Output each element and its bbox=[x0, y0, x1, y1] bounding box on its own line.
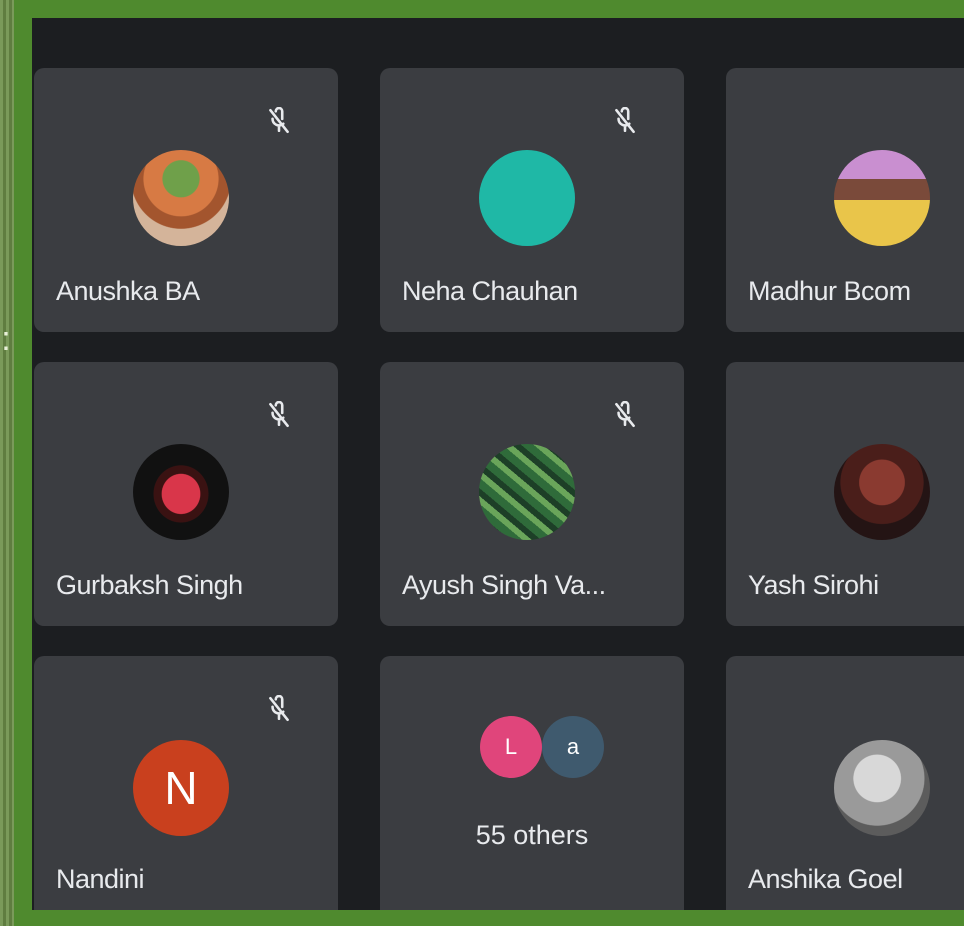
meeting-grid: Anushka BA Neha Chauhan Madhur Bcom Gurb… bbox=[32, 18, 964, 910]
participant-tile[interactable]: Anshika Goel bbox=[726, 656, 964, 910]
avatar: N bbox=[133, 740, 229, 836]
participant-name: Yash Sirohi bbox=[748, 570, 879, 600]
participant-tile[interactable]: N Nandini bbox=[34, 656, 338, 910]
participant-name: Nandini bbox=[56, 864, 145, 894]
avatar-initial: L bbox=[504, 734, 518, 759]
mic-off-icon bbox=[608, 104, 642, 138]
mic-off-icon bbox=[958, 692, 964, 726]
avatar bbox=[834, 740, 930, 836]
mic-off-icon bbox=[958, 104, 964, 138]
avatar bbox=[133, 150, 229, 246]
participant-name: Madhur Bcom bbox=[748, 276, 911, 306]
avatar bbox=[133, 444, 229, 540]
participant-tile[interactable]: Neha Chauhan bbox=[380, 68, 684, 332]
others-avatars: L a bbox=[480, 716, 610, 778]
participant-tile[interactable]: Anushka BA bbox=[34, 68, 338, 332]
participant-tile[interactable]: Madhur Bcom bbox=[726, 68, 964, 332]
others-tile[interactable]: L a 55 others bbox=[380, 656, 684, 910]
photo-frame: Anushka BA Neha Chauhan Madhur Bcom Gurb… bbox=[14, 0, 964, 926]
avatar: a bbox=[542, 716, 604, 778]
mic-off-icon bbox=[608, 398, 642, 432]
participant-tile[interactable]: Ayush Singh Va... bbox=[380, 362, 684, 626]
participant-name: Gurbaksh Singh bbox=[56, 570, 243, 600]
avatar: L bbox=[480, 716, 542, 778]
participant-name: Anshika Goel bbox=[748, 864, 903, 894]
mic-off-icon bbox=[262, 692, 296, 726]
participant-tile[interactable]: Yash Sirohi bbox=[726, 362, 964, 626]
mic-off-icon bbox=[262, 398, 296, 432]
photo-edge bbox=[0, 0, 14, 926]
others-count-label: 55 others bbox=[475, 820, 589, 850]
avatar-initial: N bbox=[164, 762, 198, 814]
avatar bbox=[834, 150, 930, 246]
mic-off-icon bbox=[262, 104, 296, 138]
avatar bbox=[834, 444, 930, 540]
participant-name: Neha Chauhan bbox=[402, 276, 578, 306]
participant-tile[interactable]: Gurbaksh Singh bbox=[34, 362, 338, 626]
avatar bbox=[479, 150, 575, 246]
participant-name: Anushka BA bbox=[56, 276, 200, 306]
avatar bbox=[479, 444, 575, 540]
participant-name: Ayush Singh Va... bbox=[402, 570, 606, 600]
edge-artifact: : bbox=[1, 320, 11, 358]
avatar-initial: a bbox=[566, 734, 580, 759]
mic-off-icon bbox=[958, 398, 964, 432]
